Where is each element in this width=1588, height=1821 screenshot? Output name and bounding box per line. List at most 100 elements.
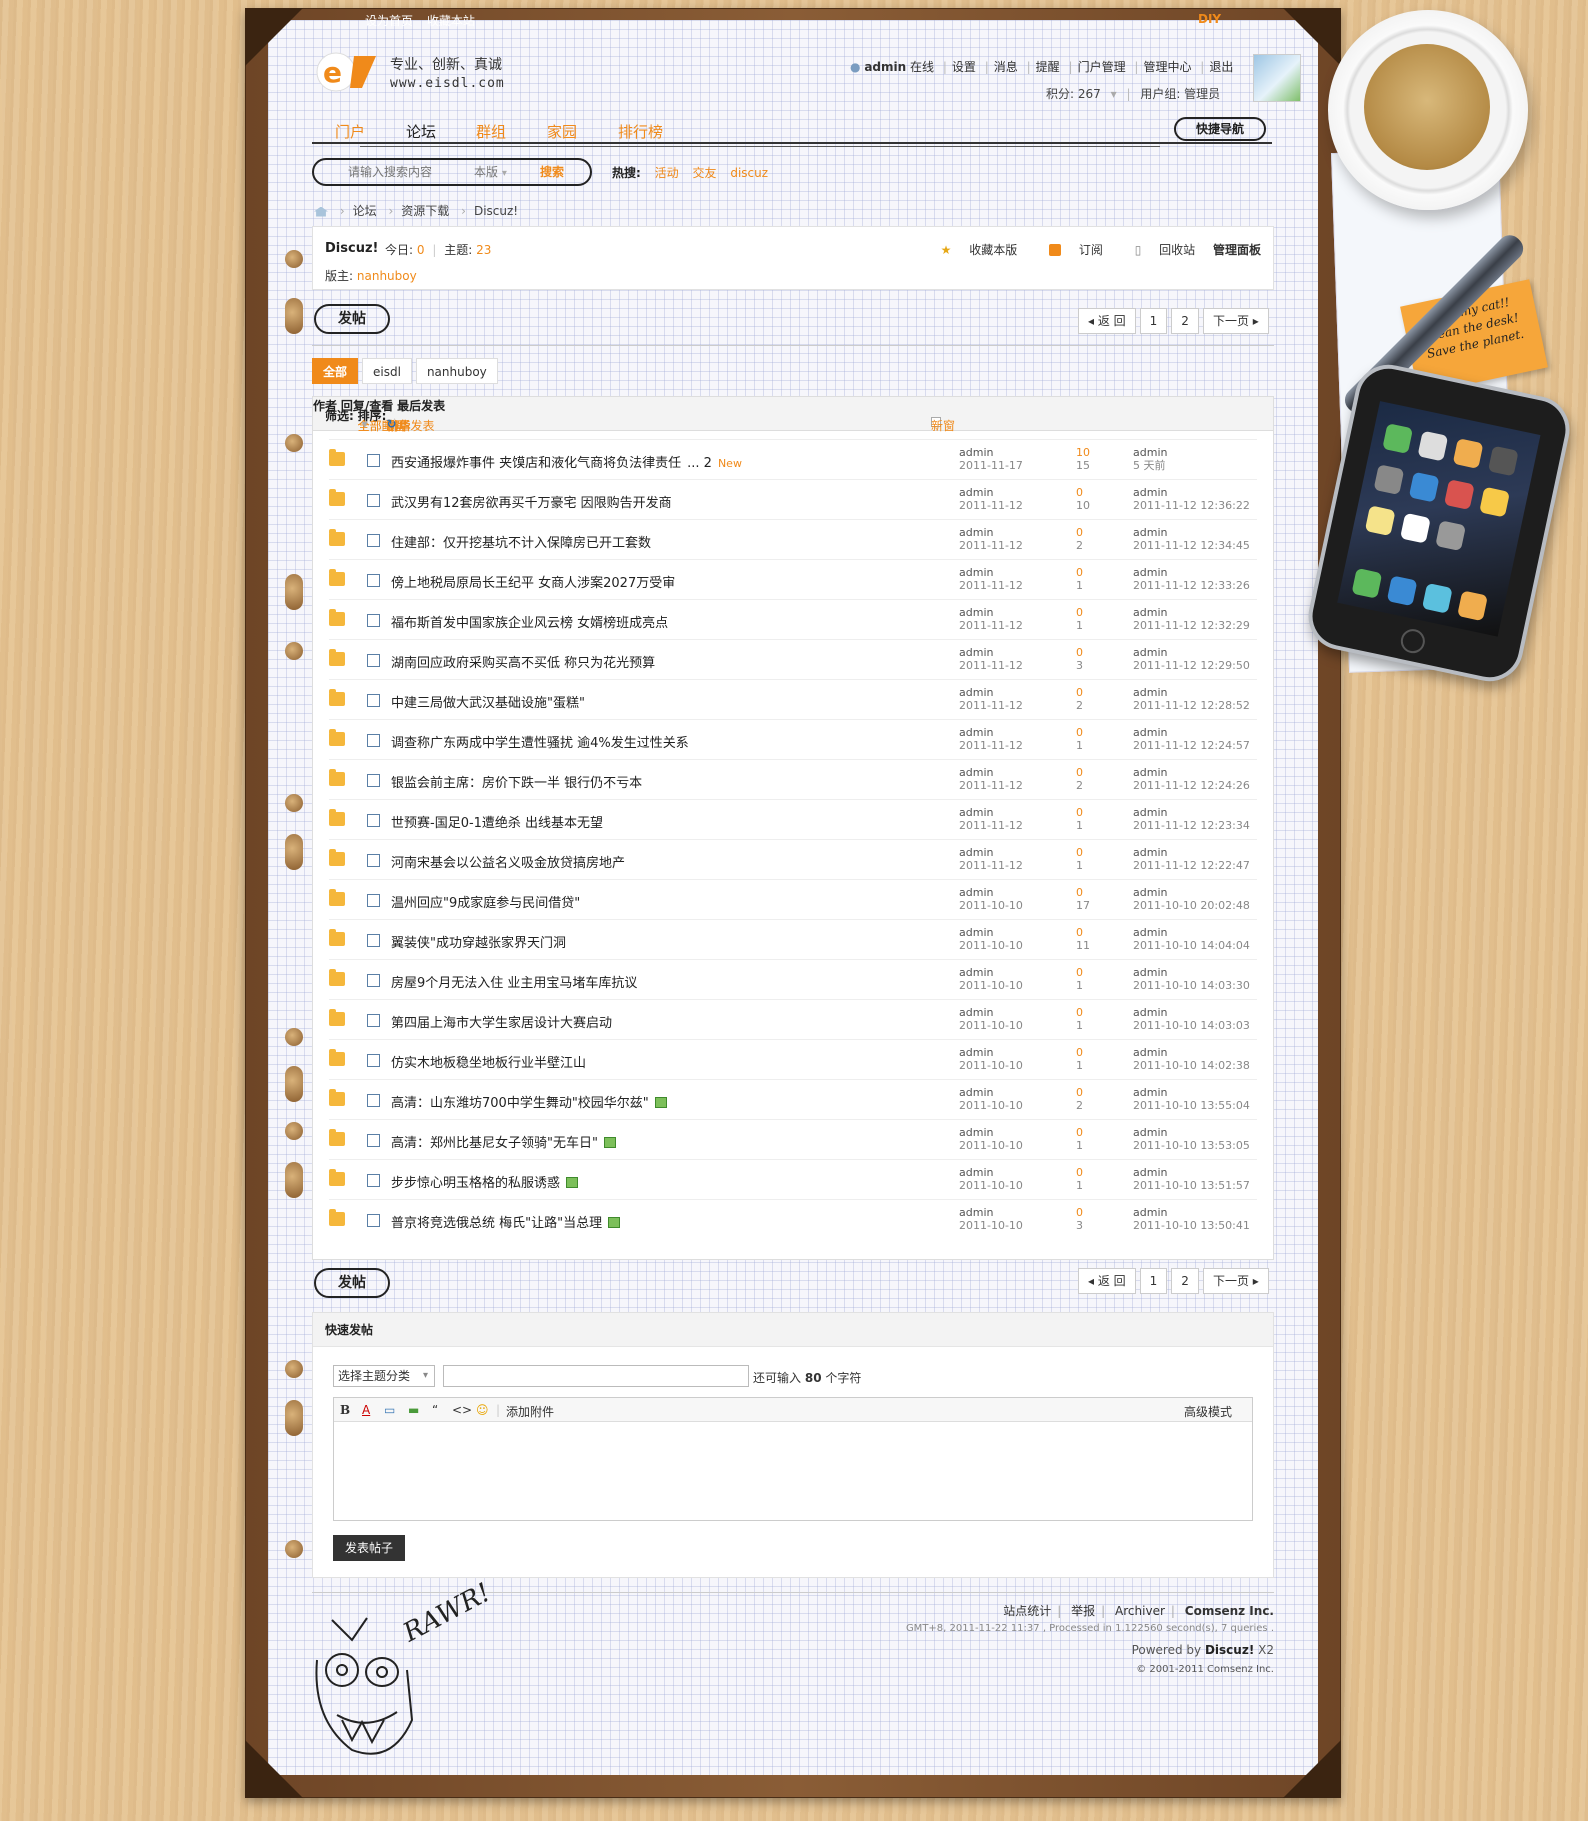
folder-icon[interactable] (329, 1049, 345, 1066)
author-link[interactable]: admin (959, 566, 993, 579)
reply-count[interactable]: 0 (1076, 686, 1083, 699)
author-link[interactable]: admin (959, 1006, 993, 1019)
reply-count[interactable]: 0 (1076, 566, 1083, 579)
reply-count[interactable]: 0 (1076, 726, 1083, 739)
folder-icon[interactable] (329, 609, 345, 626)
breadcrumb-downloads[interactable]: 资源下载 (401, 204, 449, 218)
folder-icon[interactable] (329, 1089, 345, 1106)
select-checkbox[interactable] (367, 694, 380, 707)
folder-icon[interactable] (329, 449, 345, 466)
author-link[interactable]: admin (959, 606, 993, 619)
folder-icon[interactable] (329, 1129, 345, 1146)
search-scope-select[interactable]: 本版 ▾ (474, 163, 507, 180)
reply-count[interactable]: 0 (1076, 766, 1083, 779)
last-post-user[interactable]: admin (1133, 606, 1167, 619)
thread-pages[interactable]: ... 2 (687, 456, 712, 471)
select-checkbox[interactable] (367, 1094, 380, 1107)
reply-count[interactable]: 0 (1076, 1046, 1083, 1059)
nav-portal[interactable]: 门户 (335, 121, 365, 142)
add-attachment-button[interactable]: 添加附件 (506, 1403, 554, 1420)
category-select[interactable]: 选择主题分类 (333, 1365, 435, 1387)
thread-title[interactable]: 高清：山东潍坊700中学生舞动"校园华尔兹" (391, 1096, 649, 1111)
avatar[interactable] (1253, 54, 1301, 102)
moderator-link[interactable]: nanhuboy (357, 269, 417, 283)
thread-title[interactable]: 湖南回应政府采购买高不买低 称只为花光预算 (391, 656, 655, 671)
thread-title[interactable]: 房屋9个月无法入住 业主用宝马堵车库抗议 (391, 976, 637, 991)
footer-stats-link[interactable]: 站点统计 (1003, 1604, 1051, 1618)
last-post-time[interactable]: 2011-11-12 12:23:34 (1133, 819, 1250, 832)
select-checkbox[interactable] (367, 494, 380, 507)
reply-count[interactable]: 0 (1076, 526, 1083, 539)
nav-forum[interactable]: 论坛 (406, 121, 436, 142)
last-post-user[interactable]: admin (1133, 1166, 1167, 1179)
new-thread-button[interactable]: 发帖 (314, 304, 390, 334)
reply-count[interactable]: 0 (1076, 1166, 1083, 1179)
author-link[interactable]: admin (959, 966, 993, 979)
thread-title[interactable]: 中建三局做大武汉基础设施"蛋糕" (391, 696, 585, 711)
back-button[interactable]: ◂ 返 回 (1078, 308, 1136, 334)
last-post-user[interactable]: admin (1133, 886, 1167, 899)
last-post-time[interactable]: 5 天前 (1133, 459, 1166, 472)
favorite-forum-button[interactable]: ★ 收藏本版 (927, 243, 1018, 257)
select-checkbox[interactable] (367, 814, 380, 827)
reply-count[interactable]: 0 (1076, 846, 1083, 859)
last-post-time[interactable]: 2011-11-12 12:22:47 (1133, 859, 1250, 872)
author-link[interactable]: admin (959, 486, 993, 499)
admin-center-link[interactable]: 管理中心 (1143, 60, 1191, 74)
thread-title[interactable]: 步步惊心明玉格格的私服诱惑 (391, 1176, 560, 1191)
select-checkbox[interactable] (367, 854, 380, 867)
diy-button[interactable]: DIY (1198, 12, 1221, 26)
select-checkbox[interactable] (367, 654, 380, 667)
folder-icon[interactable] (329, 889, 345, 906)
site-logo[interactable]: e (314, 48, 382, 94)
thread-title[interactable]: 西安通报爆炸事件 夹馍店和液化气商将负法律责任 (391, 456, 681, 471)
last-post-user[interactable]: admin (1133, 526, 1167, 539)
username-link[interactable]: admin (864, 60, 906, 74)
page-1-link[interactable]: 1 (1139, 308, 1168, 334)
thread-title[interactable]: 河南宋基会以公益名义吸金放贷搞房地产 (391, 856, 625, 871)
powered-name[interactable]: Discuz! (1205, 1643, 1254, 1657)
author-link[interactable]: admin (959, 1166, 993, 1179)
reply-count[interactable]: 0 (1076, 926, 1083, 939)
last-post-user[interactable]: admin (1133, 806, 1167, 819)
refresh-icon[interactable]: ↻ (386, 417, 396, 431)
folder-icon[interactable] (329, 569, 345, 586)
next-page-button[interactable]: 下一页 ▸ (1202, 1268, 1269, 1294)
points-link[interactable]: 积分: 267 (1046, 87, 1101, 101)
page-1-link[interactable]: 1 (1139, 1268, 1168, 1294)
last-post-user[interactable]: admin (1133, 566, 1167, 579)
last-post-user[interactable]: admin (1133, 926, 1167, 939)
author-link[interactable]: admin (959, 806, 993, 819)
select-checkbox[interactable] (367, 534, 380, 547)
reply-count[interactable]: 0 (1076, 1006, 1083, 1019)
nav-groups[interactable]: 群组 (476, 121, 506, 142)
last-post-time[interactable]: 2011-10-10 14:04:04 (1133, 939, 1250, 952)
back-button[interactable]: ◂ 返 回 (1078, 1268, 1136, 1294)
author-link[interactable]: admin (959, 1126, 993, 1139)
author-link[interactable]: admin (959, 526, 993, 539)
font-color-icon[interactable]: A (362, 1403, 370, 1417)
author-link[interactable]: admin (959, 1206, 993, 1219)
online-status[interactable]: 在线 (910, 60, 934, 74)
folder-icon[interactable] (329, 929, 345, 946)
author-link[interactable]: admin (959, 646, 993, 659)
last-post-user[interactable]: admin (1133, 966, 1167, 979)
select-checkbox[interactable] (367, 894, 380, 907)
subscribe-button[interactable]: 订阅 (1035, 243, 1103, 257)
hot-link[interactable]: discuz (730, 166, 768, 180)
last-post-time[interactable]: 2011-11-12 12:28:52 (1133, 699, 1250, 712)
last-post-time[interactable]: 2011-11-12 12:33:26 (1133, 579, 1250, 592)
last-post-user[interactable]: admin (1133, 766, 1167, 779)
reply-count[interactable]: 0 (1076, 486, 1083, 499)
folder-icon[interactable] (329, 809, 345, 826)
link-icon[interactable]: ▬ (408, 1403, 419, 1417)
thread-title[interactable]: 傍上地税局原局长王纪平 女商人涉案2027万受审 (391, 576, 675, 591)
reply-count[interactable]: 0 (1076, 1206, 1083, 1219)
author-link[interactable]: admin (959, 846, 993, 859)
reply-count[interactable]: 0 (1076, 886, 1083, 899)
last-post-user[interactable]: admin (1133, 1086, 1167, 1099)
select-checkbox[interactable] (367, 574, 380, 587)
home-icon[interactable] (314, 206, 328, 217)
reply-count[interactable]: 0 (1076, 806, 1083, 819)
thread-title[interactable]: 武汉男有12套房欲再买千万豪宅 因限购告开发商 (391, 496, 672, 511)
